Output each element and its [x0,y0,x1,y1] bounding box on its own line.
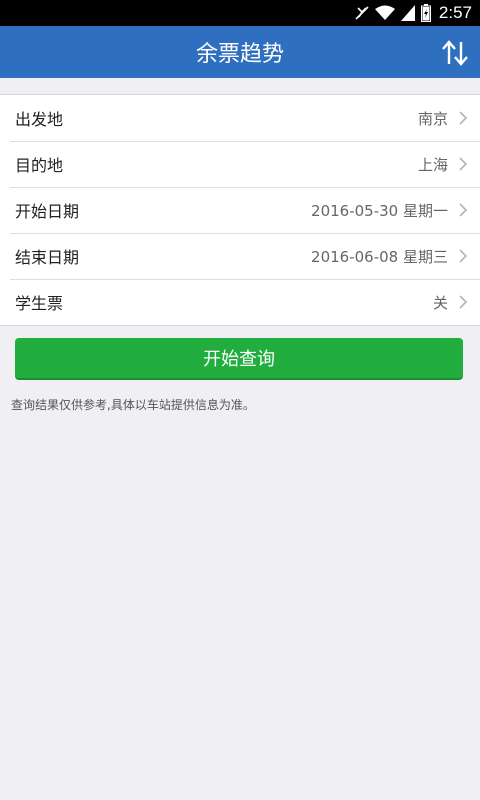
destination-value: 上海 [417,155,448,174]
signal-icon [400,5,415,21]
student-ticket-value: 关 [432,293,448,312]
wifi-icon [374,5,395,21]
student-ticket-row[interactable]: 学生票 关 [0,279,480,325]
student-ticket-label: 学生票 [15,294,64,313]
swap-arrows-icon [442,40,468,66]
start-date-label: 开始日期 [15,202,80,221]
end-date-row[interactable]: 结束日期 2016-06-08 星期三 [0,233,480,279]
destination-label: 目的地 [15,156,64,175]
destination-row[interactable]: 目的地 上海 [0,141,480,187]
departure-row[interactable]: 出发地 南京 [0,95,480,141]
chevron-right-icon [458,249,468,263]
chevron-right-icon [458,157,468,171]
chevron-right-icon [458,295,468,309]
status-bar: 2:57 [0,0,480,26]
page-title: 余票趋势 [195,42,284,67]
start-query-button[interactable]: 开始查询 [15,338,463,380]
app-bar: 余票趋势 [0,26,480,78]
end-date-label: 结束日期 [15,248,80,267]
chevron-right-icon [458,111,468,125]
end-date-value: 2016-06-08 星期三 [311,247,448,266]
disclaimer-text: 查询结果仅供参考,具体以车站提供信息为准。 [11,398,255,412]
start-date-value: 2016-05-30 星期一 [311,201,448,220]
status-time: 2:57 [438,3,472,22]
battery-icon [420,4,431,22]
swap-button[interactable] [440,38,470,68]
departure-value: 南京 [417,109,448,128]
search-form: 出发地 南京 目的地 上海 开始日期 2016-05-30 星期一 结束日期 2… [0,94,480,326]
chevron-right-icon [458,203,468,217]
departure-label: 出发地 [15,110,64,129]
mute-icon [355,5,369,21]
start-date-row[interactable]: 开始日期 2016-05-30 星期一 [0,187,480,233]
